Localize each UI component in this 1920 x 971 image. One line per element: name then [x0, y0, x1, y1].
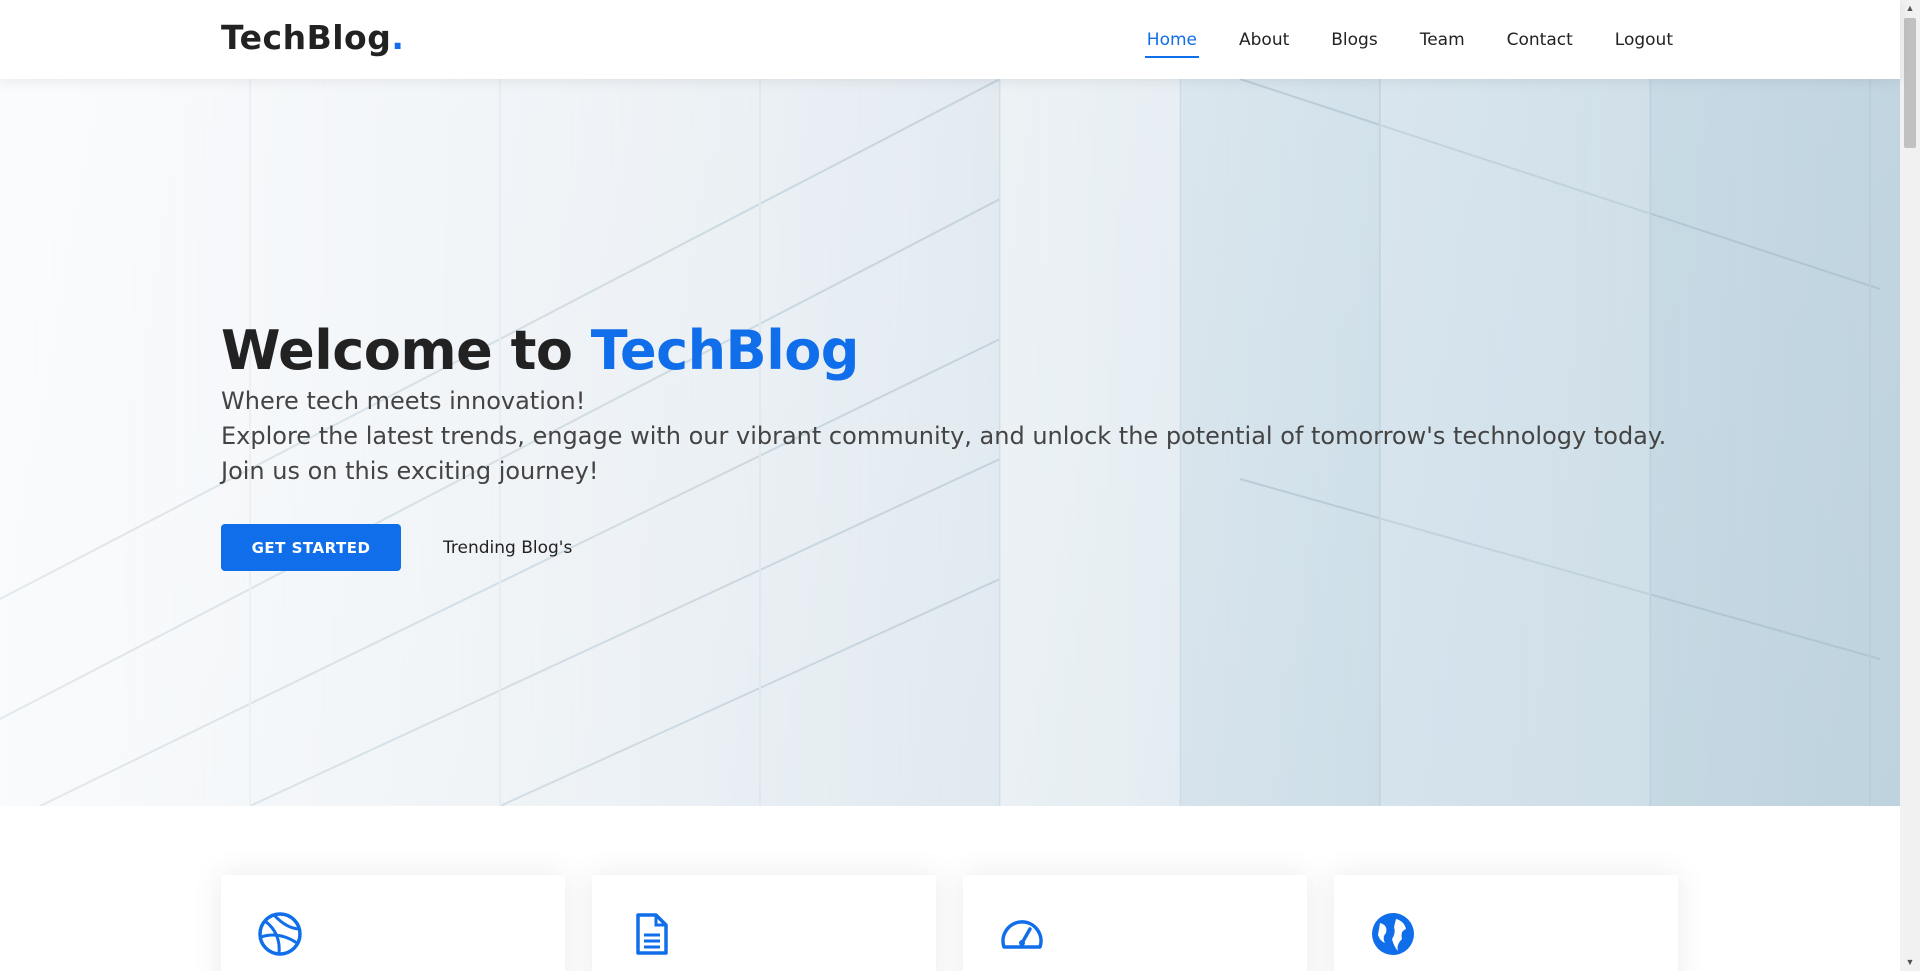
hero-title: Welcome to TechBlog [221, 319, 1671, 383]
site-header: TechBlog. Home About Blogs Team Contact … [0, 0, 1900, 79]
feature-card[interactable] [963, 875, 1307, 971]
nav-logout[interactable]: Logout [1613, 22, 1675, 58]
feature-card[interactable] [592, 875, 936, 971]
nav-about[interactable]: About [1237, 22, 1291, 58]
hero-title-prefix: Welcome to [221, 319, 591, 382]
nav-contact[interactable]: Contact [1505, 22, 1575, 58]
speedometer-icon [1001, 920, 1043, 949]
nav-home[interactable]: Home [1144, 22, 1200, 58]
scroll-thumb[interactable] [1904, 18, 1916, 148]
basketball-icon [258, 912, 302, 956]
hero-content: Welcome to TechBlog Where tech meets inn… [221, 319, 1671, 571]
document-icon [636, 913, 668, 955]
feature-cards [221, 875, 1678, 971]
hero-description: Explore the latest trends, engage with o… [221, 422, 1667, 450]
hero-section: Welcome to TechBlog Where tech meets inn… [0, 79, 1900, 806]
scroll-up-arrow[interactable]: ▲ [1900, 0, 1920, 17]
page-scrollbar[interactable]: ▲ ▼ [1900, 0, 1920, 971]
nav-blogs[interactable]: Blogs [1329, 22, 1379, 58]
hero-title-accent: TechBlog [590, 319, 860, 382]
brand-name: TechBlog [221, 18, 392, 57]
hero-invite: Join us on this exciting journey! [221, 457, 599, 485]
scroll-down-arrow[interactable]: ▼ [1900, 954, 1920, 971]
brand-logo[interactable]: TechBlog. [221, 18, 404, 57]
feature-card[interactable] [1334, 875, 1678, 971]
feature-card[interactable] [221, 875, 565, 971]
hero-buttons: GET STARTED Trending Blog's [221, 524, 1671, 571]
nav-team[interactable]: Team [1418, 22, 1467, 58]
main-nav: Home About Blogs Team Contact Logout [1107, 0, 1675, 79]
get-started-button[interactable]: GET STARTED [221, 524, 401, 571]
trending-blogs-link[interactable]: Trending Blog's [443, 538, 572, 558]
brand-dot: . [391, 18, 405, 57]
hero-tagline: Where tech meets innovation! [221, 387, 586, 415]
globe-icon [1372, 913, 1414, 955]
